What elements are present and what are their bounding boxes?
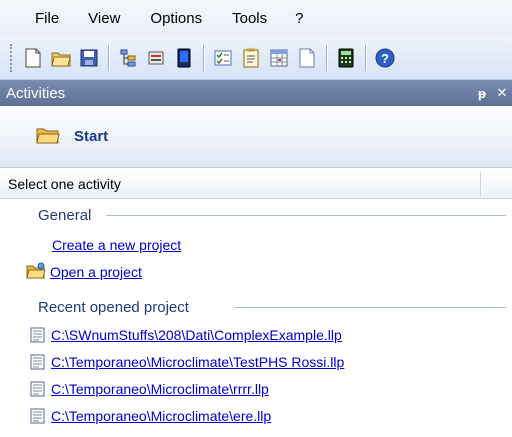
recent-project-label: C:\SWnumStuffs\208\Dati\ComplexExample.l… (51, 327, 342, 343)
device-icon[interactable] (173, 47, 195, 69)
open-project-label: Open a project (50, 264, 142, 280)
menu-view[interactable]: View (88, 0, 120, 36)
pin-icon[interactable]: ᵽ (472, 86, 492, 101)
recent-project-label: C:\Temporaneo\Microclimate\ere.llp (51, 408, 272, 424)
menu-tools-label: Tools (232, 9, 268, 27)
group-recent-title: Recent opened project (38, 298, 189, 316)
menu-options-label: Options (150, 9, 203, 27)
recent-project-label: C:\Temporaneo\Microclimate\TestPHS Rossi… (51, 354, 345, 370)
document-icon (30, 327, 45, 343)
recent-project-link[interactable]: C:\Temporaneo\Microclimate\TestPHS Rossi… (30, 352, 344, 372)
toolbar-grip[interactable] (10, 43, 13, 72)
menu-file-label: File (35, 9, 60, 27)
close-icon[interactable]: ✕ (492, 85, 512, 101)
menu-options[interactable]: Options (150, 0, 202, 36)
toolbar-separator (365, 44, 366, 71)
open-project-link[interactable]: Open a project (26, 262, 142, 282)
recent-project-label: C:\Temporaneo\Microclimate\rrrr.llp (51, 381, 269, 397)
recent-project-link[interactable]: C:\SWnumStuffs\208\Dati\ComplexExample.l… (30, 325, 342, 345)
group-divider (234, 307, 506, 308)
menu-help-label: ? (295, 9, 304, 27)
start-bar[interactable]: Start (0, 106, 512, 168)
svg-text:?: ? (381, 51, 389, 66)
menu-tools[interactable]: Tools (232, 0, 267, 36)
table-icon[interactable] (268, 47, 290, 69)
select-activity-label: Select one activity (8, 175, 121, 192)
create-project-link[interactable]: Create a new project (52, 235, 181, 255)
folder-icon (36, 125, 60, 148)
menu-view-label: View (88, 9, 121, 27)
document-icon (30, 408, 45, 424)
document-icon (30, 381, 45, 397)
open-project-icon (26, 262, 46, 283)
toolbar-separator (203, 44, 204, 71)
recent-project-link[interactable]: C:\Temporaneo\Microclimate\ere.llp (30, 406, 271, 426)
checklist-icon[interactable] (212, 47, 234, 69)
help-icon[interactable]: ? (374, 47, 396, 69)
column-separator[interactable] (480, 172, 481, 196)
report-icon[interactable] (240, 47, 262, 69)
calculator-icon[interactable] (335, 47, 357, 69)
group-recent: Recent opened project (38, 297, 508, 317)
new-document-icon[interactable] (22, 47, 44, 69)
create-project-label: Create a new project (52, 237, 182, 253)
menu-file[interactable]: File (35, 0, 59, 36)
form-icon[interactable] (145, 47, 167, 69)
toolbar-separator (326, 44, 327, 71)
panel-title: Activities (6, 84, 66, 102)
group-general: General (38, 205, 508, 225)
start-label: Start (74, 128, 109, 145)
group-divider (106, 215, 506, 216)
toolbar-separator (108, 44, 109, 71)
open-folder-icon[interactable] (50, 47, 72, 69)
page-icon[interactable] (296, 47, 318, 69)
save-icon[interactable] (78, 47, 100, 69)
activity-list-header: Select one activity (0, 169, 512, 199)
recent-project-link[interactable]: C:\Temporaneo\Microclimate\rrrr.llp (30, 379, 269, 399)
menu-help[interactable]: ? (295, 0, 303, 36)
toolbar: ? (0, 36, 512, 80)
menu-bar: File View Options Tools ? (0, 0, 512, 36)
group-general-title: General (38, 206, 92, 224)
document-icon (30, 354, 45, 370)
activities-panel-header: Activities ᵽ ✕ (0, 80, 512, 106)
tree-icon[interactable] (117, 47, 139, 69)
